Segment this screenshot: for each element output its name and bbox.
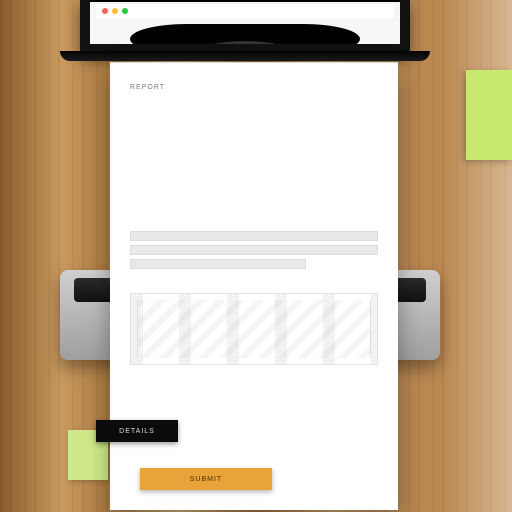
document-header: REPORT — [130, 84, 378, 91]
text-line — [130, 259, 306, 269]
details-button-label: DETAILS — [119, 428, 155, 435]
desk-scene: REPORT DETAILS SUBMIT — [0, 0, 512, 512]
document-section-1 — [130, 231, 378, 269]
window-minimize-icon — [112, 8, 118, 14]
laptop-screen — [90, 0, 400, 44]
document-diagram — [130, 293, 378, 365]
submit-button[interactable]: SUBMIT — [140, 468, 272, 490]
details-button[interactable]: DETAILS — [96, 420, 178, 442]
submit-button-label: SUBMIT — [190, 476, 222, 483]
laptop-base — [60, 51, 430, 61]
document-section-2 — [130, 293, 378, 365]
text-line — [130, 231, 378, 241]
window-zoom-icon — [122, 8, 128, 14]
document-sheet: REPORT — [110, 62, 398, 510]
sticky-note-green — [466, 70, 512, 160]
laptop-dock-shadow — [130, 24, 360, 44]
window-close-icon — [102, 8, 108, 14]
laptop — [80, 0, 410, 55]
text-line — [130, 245, 378, 255]
window-titlebar — [96, 4, 394, 18]
